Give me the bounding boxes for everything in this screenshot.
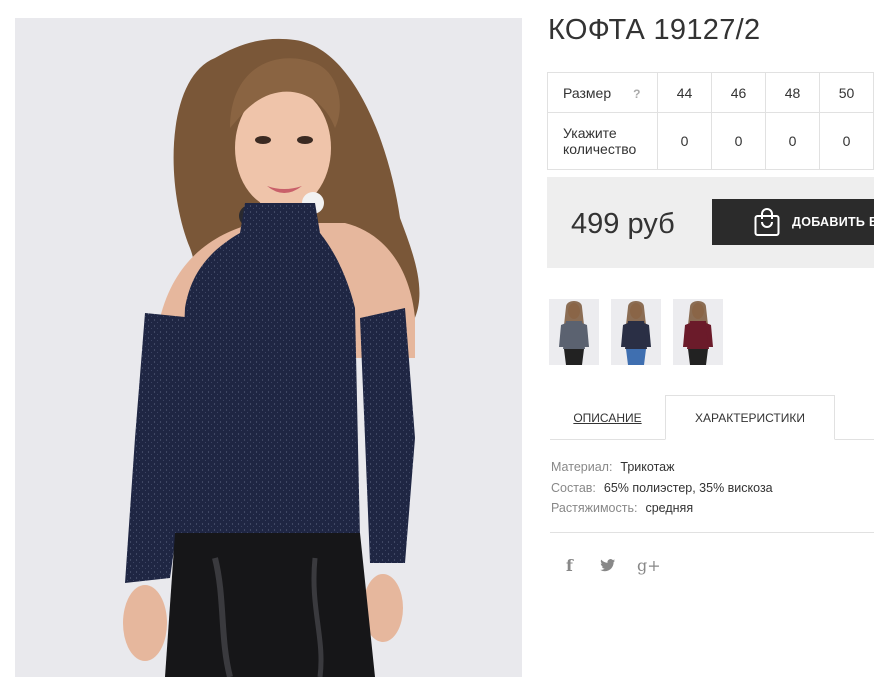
spec-key: Состав: [551, 480, 596, 495]
size-quantity-table: Размер? 44 46 48 50 Укажите количество 0… [547, 72, 874, 170]
thumbnail-2[interactable] [611, 299, 661, 365]
product-price: 499 руб [571, 208, 675, 240]
product-title: КОФТА 19127/2 [548, 14, 761, 46]
quantity-input-50[interactable]: 0 [819, 112, 874, 170]
spec-row-stretch: Растяжимость: средняя [551, 498, 773, 519]
facebook-icon[interactable]: f [566, 556, 573, 575]
shopping-bag-icon [754, 208, 780, 236]
social-divider [550, 532, 874, 533]
spec-key: Материал: [551, 460, 613, 474]
size-help-icon[interactable]: ? [633, 87, 640, 101]
quantity-input-46[interactable]: 0 [711, 112, 766, 170]
thumbnail-navy-top-image [611, 299, 661, 365]
quantity-input-48[interactable]: 0 [765, 112, 820, 170]
quantity-row: Укажите количество 0 0 0 0 [547, 112, 874, 170]
size-row: Размер? 44 46 48 50 [547, 72, 874, 113]
size-header-cell: Размер? [547, 72, 658, 113]
add-to-cart-button[interactable]: ДОБАВИТЬ В [712, 199, 874, 245]
thumbnail-3[interactable] [673, 299, 723, 365]
twitter-icon[interactable] [600, 559, 616, 572]
spec-key: Растяжимость: [551, 501, 638, 515]
price-box: 499 руб ДОБАВИТЬ В [547, 177, 874, 268]
spec-value: Трикотаж [620, 460, 675, 474]
add-to-cart-label: ДОБАВИТЬ В [792, 215, 874, 229]
spec-row-material: Материал: Трикотаж [551, 457, 773, 478]
product-main-image[interactable] [15, 18, 522, 677]
model-photo [123, 38, 420, 677]
tab-characteristics[interactable]: ХАРАКТЕРИСТИКИ [665, 395, 835, 440]
thumbnail-grey-top-image [549, 299, 599, 365]
quantity-label: Укажите количество [547, 112, 658, 170]
size-cell-48: 48 [765, 72, 820, 113]
google-plus-icon[interactable]: g+ [637, 556, 661, 575]
size-cell-50: 50 [819, 72, 874, 113]
tab-description[interactable]: ОПИСАНИЕ [550, 396, 665, 440]
quantity-input-44[interactable]: 0 [657, 112, 712, 170]
spec-row-composition: Состав: 65% полиэстер, 35% вискоза [551, 478, 773, 499]
size-label: Размер [563, 84, 612, 101]
size-cell-46: 46 [711, 72, 766, 113]
spec-value: 65% полиэстер, 35% вискоза [603, 480, 773, 495]
thumbnail-burgundy-top-image [673, 299, 723, 365]
specs-list: Материал: Трикотаж Состав: 65% полиэстер, … [551, 457, 773, 519]
thumbnail-1[interactable] [549, 299, 599, 365]
size-cell-44: 44 [657, 72, 712, 113]
spec-value: средняя [645, 501, 694, 515]
